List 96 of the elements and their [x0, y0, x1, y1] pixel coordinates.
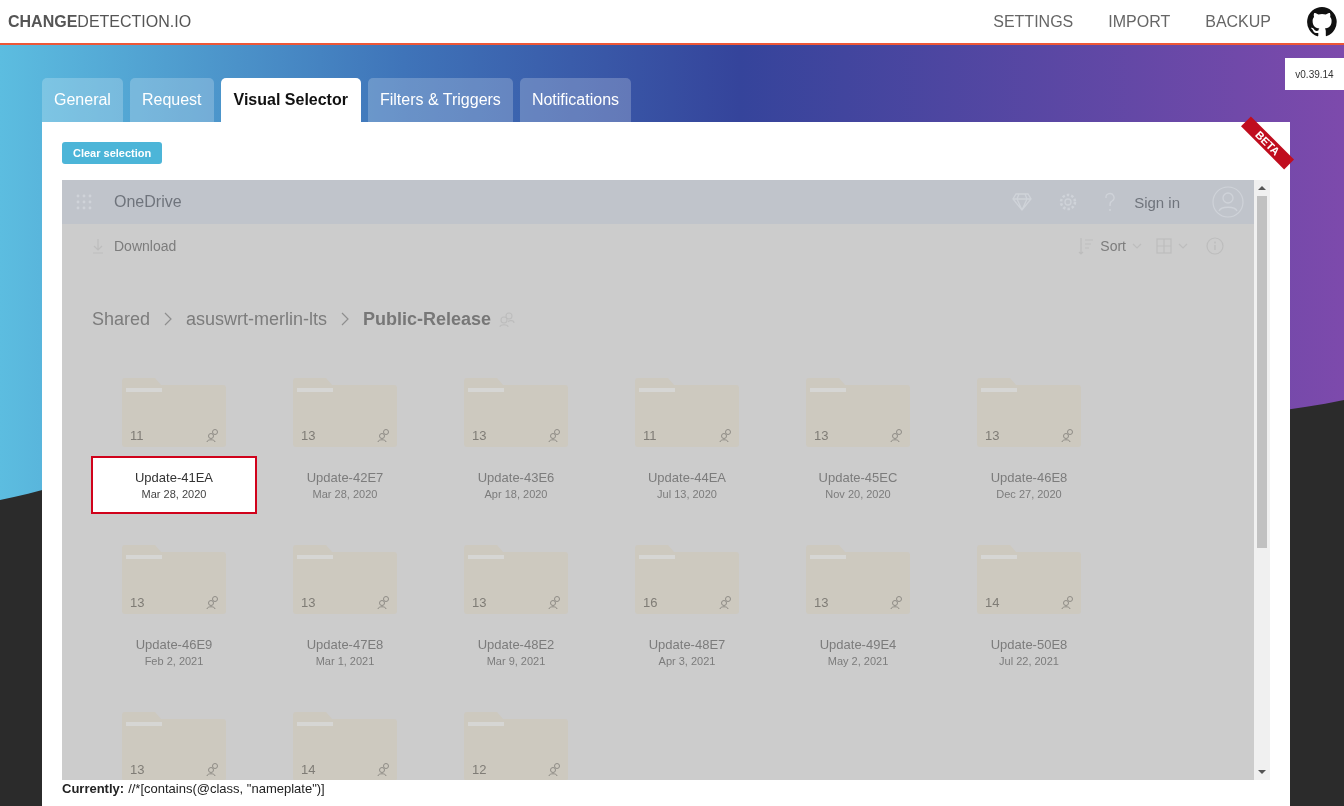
folder-icon[interactable]	[635, 544, 739, 614]
version-label: v0.39.14	[1285, 58, 1344, 90]
people-icon	[1061, 428, 1075, 442]
folder-date: Jul 22, 2021	[999, 655, 1059, 667]
scroll-thumb[interactable]	[1257, 196, 1267, 548]
item-count: 11	[130, 428, 144, 443]
people-icon	[377, 595, 391, 609]
folder-name[interactable]: Update-49E4	[819, 637, 897, 652]
download-button[interactable]: Download	[92, 237, 177, 254]
folder-name[interactable]: Update-45EC	[818, 470, 898, 485]
selector-label: Currently:	[62, 781, 125, 796]
tab[interactable]: Notifications	[519, 78, 632, 122]
folder-date: Mar 9, 2021	[486, 655, 546, 667]
folder-date: Feb 2, 2021	[144, 655, 204, 667]
breadcrumb-link[interactable]: Shared	[92, 308, 151, 330]
item-count: 16	[643, 595, 658, 610]
folder-date: Mar 28, 2020	[312, 488, 378, 500]
people-icon	[719, 428, 733, 442]
people-icon	[719, 595, 733, 609]
folder-date: Nov 20, 2020	[825, 488, 891, 500]
chevron-icon	[164, 312, 173, 326]
scroll-down-icon[interactable]	[1258, 769, 1266, 775]
people-icon	[548, 595, 562, 609]
chevron-icon	[341, 312, 350, 326]
nav-link[interactable]: BACKUP	[1205, 12, 1271, 31]
folder-icon[interactable]	[122, 544, 226, 614]
people-icon	[206, 428, 220, 442]
folder-date: Apr 18, 2020	[484, 488, 548, 500]
people-icon	[1061, 595, 1075, 609]
item-count: 14	[301, 762, 316, 777]
folder-icon[interactable]	[464, 711, 568, 780]
item-count: 14	[985, 595, 1000, 610]
app-name: OneDrive	[114, 193, 182, 211]
breadcrumb-link[interactable]: asuswrt-merlin-lts	[186, 308, 328, 330]
selector-value: //*[contains(@class, "nameplate")]	[128, 781, 325, 796]
item-count: 13	[985, 428, 1000, 443]
folder-icon[interactable]	[806, 377, 910, 447]
nav-link[interactable]: IMPORT	[1108, 12, 1171, 31]
scroll-up-icon[interactable]	[1258, 185, 1266, 191]
folder-icon[interactable]	[806, 544, 910, 614]
octocat-icon[interactable]	[1306, 5, 1338, 38]
people-icon	[890, 428, 904, 442]
folder-date: Mar 1, 2021	[315, 655, 375, 667]
item-count: 13	[472, 428, 487, 443]
folder-date: Apr 3, 2021	[658, 655, 716, 667]
folder-date: May 2, 2021	[827, 655, 889, 667]
item-count: 13	[301, 428, 316, 443]
tab[interactable]: Visual Selector	[220, 78, 361, 122]
item-count: 12	[472, 762, 487, 777]
folder-date: Mar 28, 2020	[141, 488, 207, 500]
people-icon	[548, 762, 562, 776]
people-icon	[377, 428, 391, 442]
folder-icon[interactable]	[464, 544, 568, 614]
folder-name[interactable]: Update-46E8	[990, 470, 1068, 485]
folder-name[interactable]: Update-43E6	[477, 470, 555, 485]
folder-icon[interactable]	[122, 377, 226, 447]
breadcrumb-link[interactable]: Public-Release	[363, 308, 492, 330]
sign-in-link[interactable]: Sign in	[1134, 193, 1180, 211]
folder-name[interactable]: Update-48E7	[648, 637, 726, 652]
folder-icon[interactable]	[464, 377, 568, 447]
tab[interactable]: Request	[129, 78, 214, 122]
item-count: 11	[643, 428, 657, 443]
folder-name[interactable]: Update-44EA	[647, 470, 727, 485]
folder-icon[interactable]	[293, 544, 397, 614]
folder-icon[interactable]	[122, 711, 226, 780]
logo-link[interactable]: CHANGEDETECTION.IO	[8, 12, 192, 31]
folder-name[interactable]: Update-47E8	[306, 637, 384, 652]
people-icon	[548, 428, 562, 442]
folder-icon[interactable]	[977, 544, 1081, 614]
item-count: 13	[472, 595, 487, 610]
clear-selection-button[interactable]: Clear selection	[62, 142, 163, 164]
folder-icon[interactable]	[293, 377, 397, 447]
people-icon	[206, 762, 220, 776]
item-count: 13	[130, 595, 145, 610]
scrollbar[interactable]	[1254, 180, 1270, 780]
folder-icon[interactable]	[635, 377, 739, 447]
people-icon	[890, 595, 904, 609]
item-count: 13	[814, 428, 829, 443]
item-count: 13	[301, 595, 316, 610]
people-icon	[377, 762, 391, 776]
folder-name[interactable]: Update-48E2	[477, 637, 555, 652]
folder-icon[interactable]	[977, 377, 1081, 447]
folder-name[interactable]: Update-41EA	[134, 470, 214, 485]
folder-name[interactable]: Update-50E8	[990, 637, 1068, 652]
item-count: 13	[130, 762, 145, 777]
nav-link[interactable]: SETTINGS	[993, 12, 1074, 31]
folder-icon[interactable]	[293, 711, 397, 780]
folder-name[interactable]: Update-42E7	[306, 470, 384, 485]
item-count: 13	[814, 595, 829, 610]
tab[interactable]: General	[42, 78, 123, 122]
tab[interactable]: Filters & Triggers	[367, 78, 513, 122]
folder-name[interactable]: Update-46E9	[135, 637, 213, 652]
folder-date: Jul 13, 2020	[657, 488, 717, 500]
sort-button[interactable]: Sort	[1100, 237, 1126, 254]
people-icon	[206, 595, 220, 609]
folder-date: Dec 27, 2020	[996, 488, 1062, 500]
